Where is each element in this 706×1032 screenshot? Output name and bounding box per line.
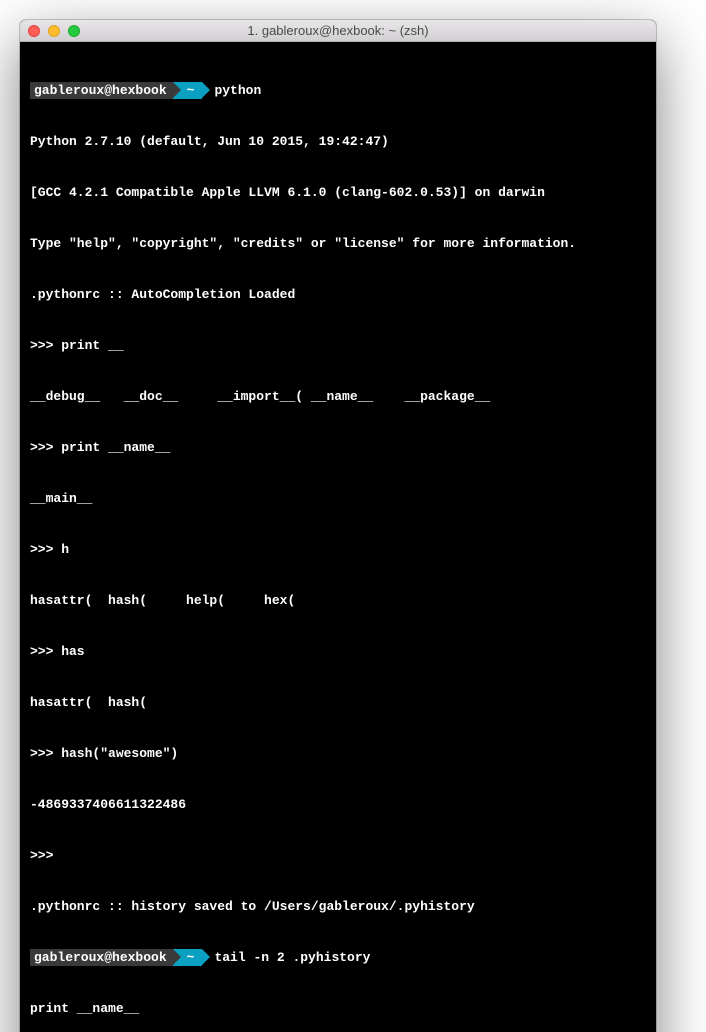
terminal-window: 1. gableroux@hexbook: ~ (zsh) gableroux@… — [20, 20, 656, 1032]
repl-line: >>> print __name__ — [30, 439, 646, 456]
output-line: hasattr( hash( help( hex( — [30, 592, 646, 609]
prompt-line: gableroux@hexbook ~ tail -n 2 .pyhistory — [30, 949, 646, 966]
output-line: -4869337406611322486 — [30, 796, 646, 813]
close-icon[interactable] — [28, 25, 40, 37]
output-line: Python 2.7.10 (default, Jun 10 2015, 19:… — [30, 133, 646, 150]
traffic-lights — [28, 25, 80, 37]
titlebar[interactable]: 1. gableroux@hexbook: ~ (zsh) — [20, 20, 656, 42]
output-line: [GCC 4.2.1 Compatible Apple LLVM 6.1.0 (… — [30, 184, 646, 201]
output-line: Type "help", "copyright", "credits" or "… — [30, 235, 646, 252]
terminal-body[interactable]: gableroux@hexbook ~ python Python 2.7.10… — [20, 42, 656, 1032]
output-line: print __name__ — [30, 1000, 646, 1017]
output-line: .pythonrc :: AutoCompletion Loaded — [30, 286, 646, 303]
prompt-user: gableroux@hexbook — [30, 82, 173, 99]
repl-line: >>> — [30, 847, 646, 864]
command-text: python — [202, 82, 261, 99]
repl-line: >>> h — [30, 541, 646, 558]
output-line: __main__ — [30, 490, 646, 507]
prompt-user: gableroux@hexbook — [30, 949, 173, 966]
command-text: tail -n 2 .pyhistory — [202, 949, 370, 966]
repl-line: >>> print __ — [30, 337, 646, 354]
output-line: .pythonrc :: history saved to /Users/gab… — [30, 898, 646, 915]
output-line: hasattr( hash( — [30, 694, 646, 711]
repl-line: >>> has — [30, 643, 646, 660]
output-line: __debug__ __doc__ __import__( __name__ _… — [30, 388, 646, 405]
window-title: 1. gableroux@hexbook: ~ (zsh) — [28, 23, 648, 38]
repl-line: >>> hash("awesome") — [30, 745, 646, 762]
prompt-line: gableroux@hexbook ~ python — [30, 82, 646, 99]
zoom-icon[interactable] — [68, 25, 80, 37]
minimize-icon[interactable] — [48, 25, 60, 37]
